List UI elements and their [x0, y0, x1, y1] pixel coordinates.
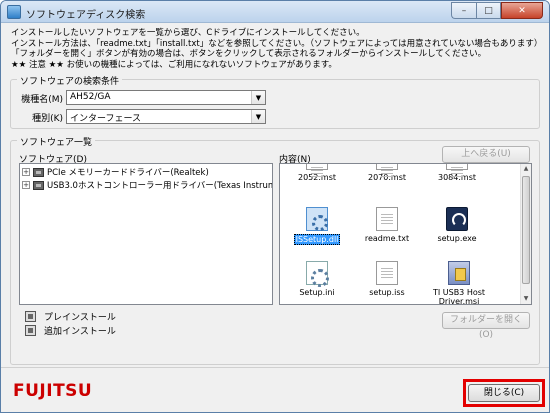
- additional-install-icon: [25, 324, 36, 336]
- tree-item[interactable]: + PCIe メモリーカードドライバー(Realtek): [22, 166, 209, 178]
- instruction-line: インストールしたいソフトウェアを一覧から選び、Cドライブにインストールしてくださ…: [11, 28, 365, 38]
- tree-item-label: PCIe メモリーカードドライバー(Realtek): [47, 168, 209, 178]
- text-icon: [376, 207, 398, 231]
- group-legend: ソフトウェアの検索条件: [17, 74, 123, 87]
- file-name: 2052.mst: [298, 173, 336, 182]
- footer-divider: [1, 367, 549, 368]
- model-value: AH52/GA: [70, 92, 111, 102]
- model-label: 機種名(M): [21, 95, 63, 105]
- instructions: インストールしたいソフトウェアを一覧から選び、Cドライブにインストールしてくださ…: [11, 28, 543, 70]
- scroll-down-icon[interactable]: ▼: [521, 294, 531, 304]
- file-name: setup.iss: [369, 288, 405, 297]
- scrollbar-thumb[interactable]: [522, 176, 530, 284]
- model-combobox[interactable]: AH52/GA ▼: [66, 90, 266, 105]
- close-window-button[interactable]: ✕: [501, 2, 543, 19]
- file-name: TI USB3 Host Driver.msi: [432, 288, 486, 305]
- file-item[interactable]: 3084.mst: [426, 164, 488, 182]
- file-item[interactable]: readme.txt: [356, 207, 418, 243]
- file-item[interactable]: Setup.ini: [286, 261, 348, 297]
- setup-exe-icon: [446, 207, 468, 231]
- chevron-down-icon[interactable]: ▼: [251, 91, 265, 104]
- legend-preinstall: プレインストール: [25, 310, 116, 323]
- maximize-button[interactable]: □: [476, 2, 501, 19]
- type-value: インターフェース: [70, 114, 142, 124]
- file-name: readme.txt: [364, 234, 410, 243]
- file-name: 3084.mst: [438, 173, 476, 182]
- file-item[interactable]: ISSetup.dll: [286, 207, 348, 245]
- instruction-line: ★★ 注意 ★★ お使いの機種によっては、ご利用になれないソフトウェアがあります…: [11, 59, 337, 70]
- chevron-down-icon[interactable]: ▼: [251, 110, 265, 123]
- fujitsu-logo: FUJITSU: [13, 381, 93, 401]
- instruction-line: インストール方法は、「readme.txt」「install.txt」などを参照…: [11, 38, 543, 49]
- legend-label: プレインストール: [44, 312, 116, 323]
- legend-additional-install: 追加インストール: [25, 324, 116, 337]
- file-item[interactable]: 2070.mst: [356, 164, 418, 182]
- file-name: setup.exe: [437, 234, 477, 243]
- doc-icon: [446, 164, 468, 170]
- driver-icon: [33, 180, 44, 190]
- type-combobox[interactable]: インターフェース ▼: [66, 109, 266, 124]
- software-tree[interactable]: + PCIe メモリーカードドライバー(Realtek) + USB3.0ホスト…: [19, 163, 273, 305]
- tree-item[interactable]: + USB3.0ホストコントローラー用ドライバー(Texas Instrumen…: [22, 179, 273, 191]
- driver-icon: [33, 167, 44, 177]
- app-icon: [7, 5, 21, 19]
- file-name: ISSetup.dll: [293, 234, 341, 245]
- tree-item-label: USB3.0ホストコントローラー用ドライバー(Texas Instruments…: [47, 181, 273, 191]
- app-window: ソフトウェアディスク検索 – □ ✕ インストールしたいソフトウェアを一覧から選…: [0, 0, 550, 413]
- type-label: 種別(K): [32, 114, 63, 124]
- file-item[interactable]: TI USB3 Host Driver.msi: [426, 261, 492, 305]
- dll-icon: [306, 207, 328, 231]
- file-contents-pane[interactable]: 2052.mst 2070.mst 3084.mst ISSetup.dll r…: [279, 163, 532, 305]
- close-button[interactable]: 閉じる(C): [468, 384, 540, 402]
- up-button[interactable]: 上へ戻る(U): [442, 146, 530, 163]
- file-item[interactable]: setup.iss: [356, 261, 418, 297]
- instruction-line: 「フォルダーを開く」ボタンが有効の場合は、ボタンをクリックして表示されるフォルダ…: [11, 49, 487, 59]
- group-legend: ソフトウェア一覧: [17, 135, 96, 148]
- scroll-up-icon[interactable]: ▲: [521, 164, 531, 174]
- legend-label: 追加インストール: [44, 326, 116, 337]
- file-item[interactable]: 2052.mst: [286, 164, 348, 182]
- doc-icon: [376, 164, 398, 170]
- window-title: ソフトウェアディスク検索: [26, 10, 146, 21]
- settings-file-icon: [306, 261, 329, 287]
- installer-icon: [448, 261, 470, 285]
- expand-icon[interactable]: +: [22, 181, 30, 189]
- window-controls: – □ ✕: [451, 2, 543, 19]
- title-bar: ソフトウェアディスク検索 – □ ✕: [1, 1, 549, 23]
- file-item[interactable]: setup.exe: [426, 207, 488, 243]
- preinstall-icon: [25, 310, 36, 322]
- file-name: 2070.mst: [368, 173, 406, 182]
- expand-icon[interactable]: +: [22, 168, 30, 176]
- open-folder-button[interactable]: フォルダーを開く(O): [442, 312, 530, 340]
- minimize-button[interactable]: –: [451, 2, 476, 19]
- doc-icon: [306, 164, 328, 170]
- file-name: Setup.ini: [299, 288, 335, 297]
- text-icon: [376, 261, 398, 285]
- vertical-scrollbar[interactable]: ▲ ▼: [520, 164, 531, 304]
